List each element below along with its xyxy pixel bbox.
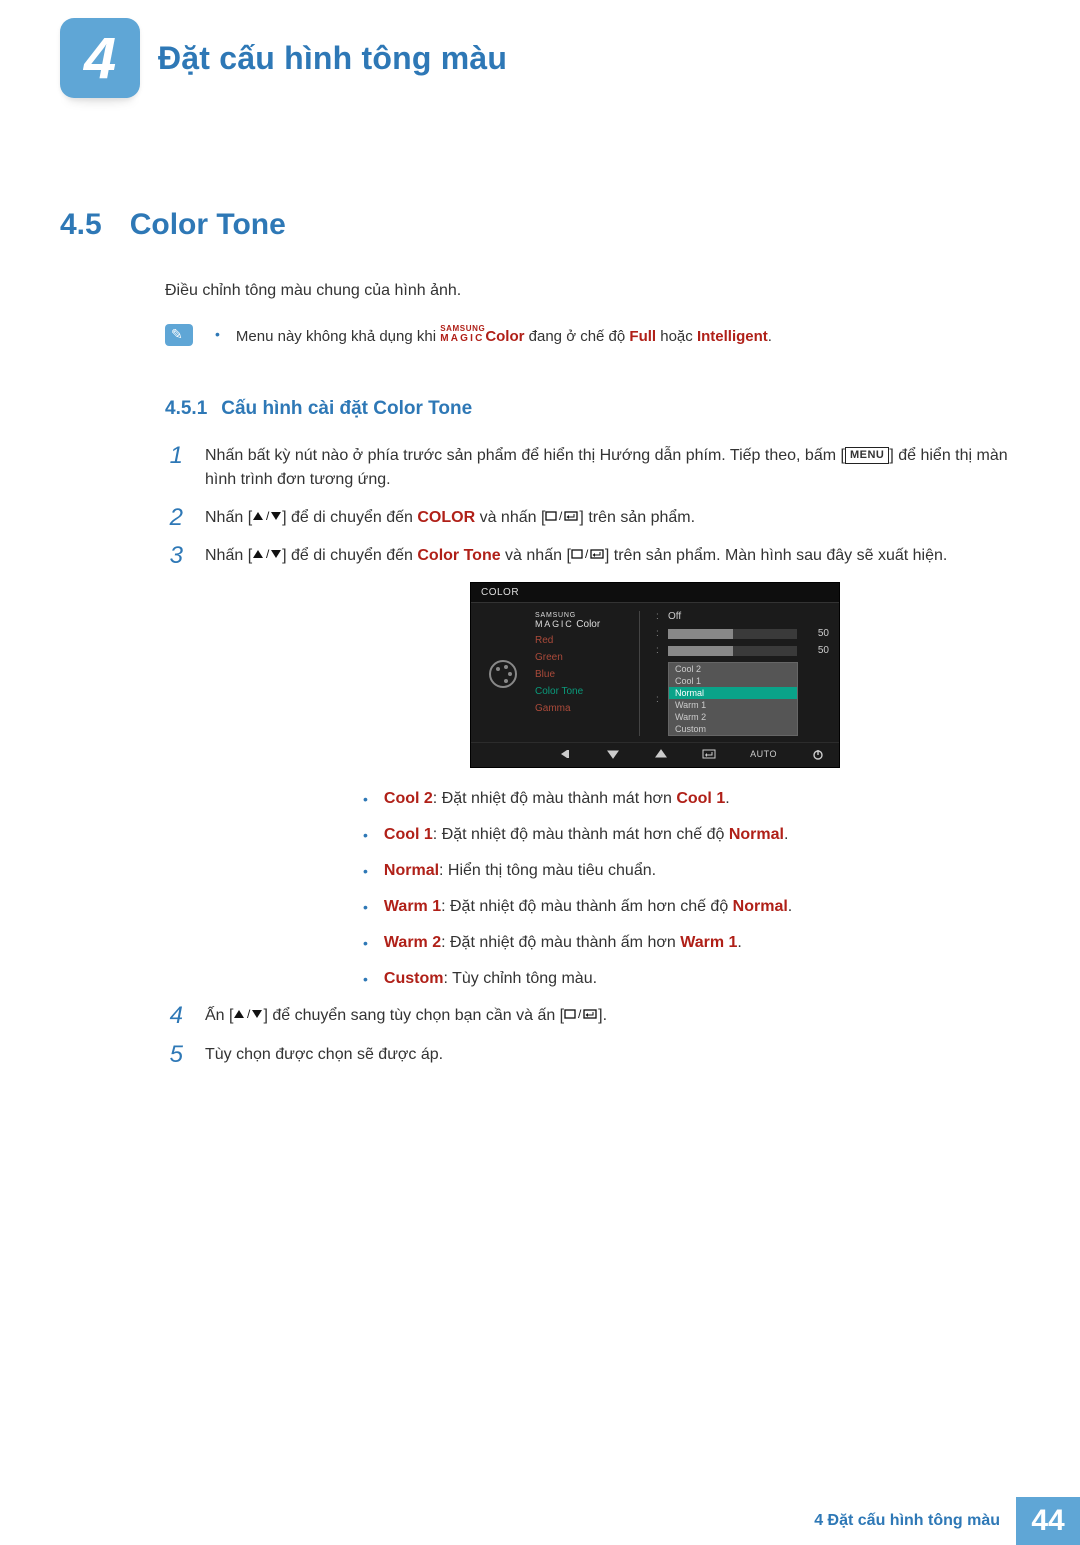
chapter-header: 4 Đặt cấu hình tông màu — [60, 18, 1020, 98]
source-enter-icon: / — [564, 1004, 598, 1028]
tone-cool2: Cool 2: Đặt nhiệt độ màu thành mát hơn C… — [384, 788, 730, 810]
bullet-dot-icon: • — [363, 788, 368, 810]
osd-label-green: Green — [535, 652, 629, 663]
source-enter-icon: / — [545, 506, 579, 530]
step-text: Nhấn [/] để di chuyển đến Color Tone và … — [205, 544, 947, 568]
osd-nav-down-icon — [606, 748, 620, 760]
subsection-title: Cấu hình cài đặt Color Tone — [221, 398, 472, 420]
osd-label-colortone: Color Tone — [535, 686, 629, 697]
osd-slider-red — [668, 629, 797, 639]
samsung-magic-logo: SAMSUNGMAGIC — [440, 324, 485, 344]
footer-page-number: 44 — [1016, 1497, 1080, 1545]
osd-nav-power-icon — [811, 748, 825, 760]
tone-normal: Normal: Hiển thị tông màu tiêu chuẩn. — [384, 860, 656, 882]
step-4: 4 Ấn [/] để chuyển sang tùy chọn bạn cần… — [165, 1004, 1020, 1028]
step-5: 5 Tùy chọn được chọn sẽ được áp. — [165, 1043, 1020, 1067]
osd-nav-back-icon — [558, 748, 572, 760]
tone-custom: Custom: Tùy chỉnh tông màu. — [384, 968, 597, 990]
step-number: 4 — [165, 1004, 183, 1028]
page-footer: 4 Đặt cấu hình tông màu 44 — [0, 1497, 1080, 1545]
intro-text: Điều chỉnh tông màu chung của hình ảnh. — [165, 282, 1020, 300]
bullet-dot-icon: • — [363, 968, 368, 990]
osd-values: :Off :50 :50 : Cool 2 Cool 1 Normal Warm… — [656, 611, 829, 736]
step-text: Nhấn bất kỳ nút nào ở phía trước sản phẩ… — [205, 444, 1020, 492]
tone-definitions: • Cool 2: Đặt nhiệt độ màu thành mát hơn … — [363, 788, 1020, 990]
up-down-arrows-icon: / — [252, 506, 282, 530]
bullet-dot-icon: • — [363, 896, 368, 918]
chapter-title: Đặt cấu hình tông màu — [158, 40, 507, 77]
up-down-arrows-icon: / — [252, 544, 282, 568]
osd-nav-enter-icon — [702, 748, 716, 760]
chapter-number-badge: 4 — [60, 18, 140, 98]
osd-label-magic: SAMSUNG MAGIC Color — [535, 611, 629, 629]
source-enter-icon: / — [571, 544, 605, 568]
osd-nav-up-icon — [654, 748, 668, 760]
subsection-heading: 4.5.1 Cấu hình cài đặt Color Tone — [165, 398, 1020, 420]
note-icon — [165, 324, 193, 346]
section-number: 4.5 — [60, 208, 102, 242]
step-text: Ấn [/] để chuyển sang tùy chọn bạn cần v… — [205, 1004, 607, 1028]
osd-title: COLOR — [471, 583, 839, 603]
note-row: • Menu này không khả dụng khi SAMSUNGMAG… — [165, 324, 1020, 348]
osd-label-red: Red — [535, 635, 629, 646]
step-1: 1 Nhấn bất kỳ nút nào ở phía trước sản p… — [165, 444, 1020, 492]
osd-label-blue: Blue — [535, 669, 629, 680]
step-text: Nhấn [/] để di chuyển đến COLOR và nhấn … — [205, 506, 695, 530]
menu-button-label: MENU — [845, 447, 889, 464]
osd-label-gamma: Gamma — [535, 703, 629, 714]
step-number: 1 — [165, 444, 183, 468]
osd-slider-green — [668, 646, 797, 656]
tone-warm1: Warm 1: Đặt nhiệt độ màu thành ấm hơn ch… — [384, 896, 792, 918]
svg-text:/: / — [247, 1008, 251, 1020]
tone-warm2: Warm 2: Đặt nhiệt độ màu thành ấm hơn Wa… — [384, 932, 742, 954]
bullet-dot-icon: • — [363, 860, 368, 882]
osd-labels: SAMSUNG MAGIC Color Red Green Blue Color… — [535, 611, 629, 736]
step-2: 2 Nhấn [/] để di chuyển đến COLOR và nhấ… — [165, 506, 1020, 530]
bullet-dot-icon: • — [363, 932, 368, 954]
osd-value-off: Off — [668, 611, 681, 622]
step-3: 3 Nhấn [/] để di chuyển đến Color Tone v… — [165, 544, 1020, 568]
footer-chapter-label: 4 Đặt cấu hình tông màu — [798, 1497, 1016, 1545]
note-text: Menu này không khả dụng khi SAMSUNGMAGIC… — [236, 324, 772, 348]
svg-text:/: / — [266, 510, 270, 522]
svg-text:/: / — [578, 1008, 582, 1020]
section-heading: 4.5 Color Tone — [60, 208, 1020, 242]
step-number: 2 — [165, 506, 183, 530]
svg-text:/: / — [559, 510, 563, 522]
bullet-dot-icon: • — [363, 824, 368, 846]
bullet-dot-icon: • — [215, 324, 220, 344]
osd-screenshot: COLOR SAMSUNG MAGIC Color Red Green Blue… — [470, 582, 1020, 768]
step-number: 5 — [165, 1043, 183, 1067]
up-down-arrows-icon: / — [233, 1004, 263, 1028]
step-number: 3 — [165, 544, 183, 568]
tone-cool1: Cool 1: Đặt nhiệt độ màu thành mát hơn c… — [384, 824, 788, 846]
palette-icon — [481, 611, 525, 736]
svg-text:/: / — [266, 548, 270, 560]
step-text: Tùy chọn được chọn sẽ được áp. — [205, 1043, 443, 1067]
osd-nav-auto: AUTO — [750, 749, 777, 759]
subsection-number: 4.5.1 — [165, 398, 207, 420]
osd-dropdown-colortone: Cool 2 Cool 1 Normal Warm 1 Warm 2 Custo… — [668, 662, 798, 736]
svg-text:/: / — [585, 548, 589, 560]
osd-nav-bar: AUTO — [471, 742, 839, 763]
section-title: Color Tone — [130, 208, 286, 242]
